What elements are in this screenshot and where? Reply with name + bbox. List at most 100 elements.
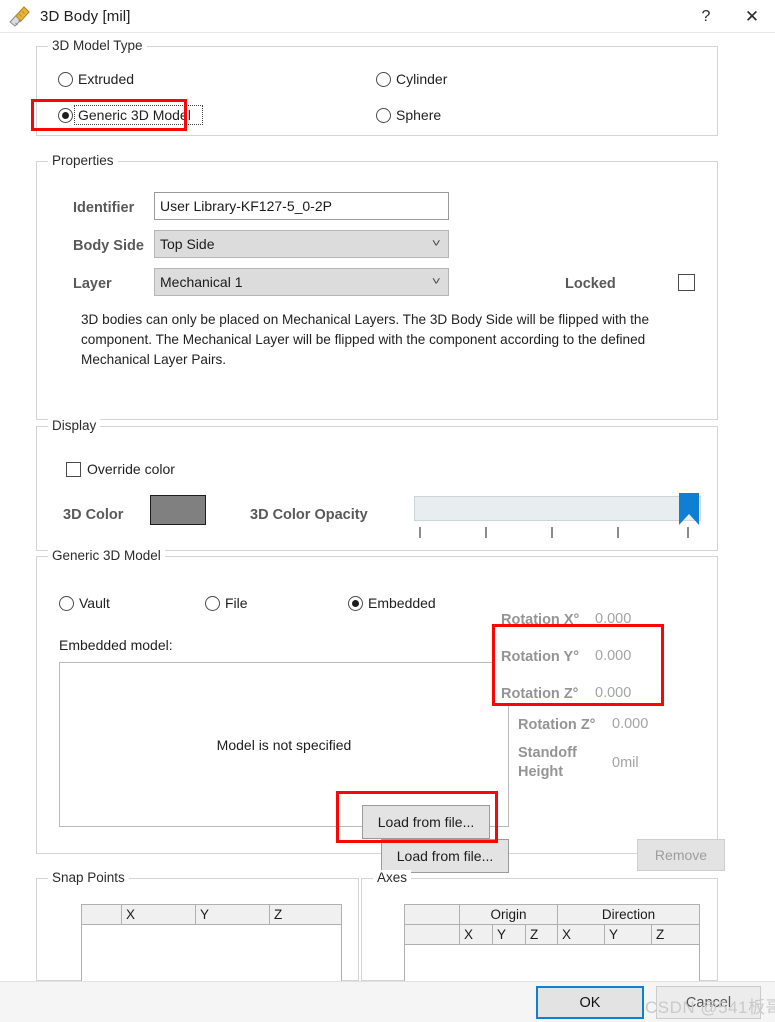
help-button[interactable]: ? — [683, 0, 729, 33]
standoff-height-label: Standoff Height — [518, 744, 577, 782]
radio-cylinder[interactable]: Cylinder — [376, 71, 447, 87]
identifier-input[interactable]: User Library-KF127-5_0-2P — [154, 192, 449, 220]
3d-color-opacity-label: 3D Color Opacity — [250, 507, 368, 523]
axes-col-direction: Direction — [601, 907, 656, 922]
standoff-label-line1: Standoff — [518, 745, 577, 761]
radio-extruded-label: Extruded — [78, 71, 135, 87]
override-color-checkbox[interactable]: Override color — [66, 461, 175, 477]
body-side-value: Top Side — [160, 236, 215, 252]
snap-col-x: X — [122, 905, 196, 924]
title-bar: 3D Body [mil] ? ✕ — [0, 0, 775, 33]
group-axes-label: Axes — [373, 870, 412, 885]
rotation-z-label: Rotation Z° — [518, 717, 596, 733]
opacity-slider-track — [414, 496, 701, 521]
chevron-down-icon: ˅ — [431, 276, 441, 288]
rotation-y-label: Rotation Y° — [518, 680, 597, 696]
radio-extruded[interactable]: Extruded — [58, 71, 134, 87]
standoff-height-value[interactable]: 0mil — [612, 755, 639, 771]
dialog-content: 3D Model Type Extruded Cylinder Generic … — [0, 33, 775, 981]
group-properties-label: Properties — [48, 153, 118, 168]
axes-table[interactable]: Origin Direction X Y Z X Y Z — [404, 904, 700, 981]
radio-vault-label: Vault — [79, 595, 110, 611]
override-color-label: Override color — [87, 461, 175, 477]
ruler-triangle-icon — [7, 5, 33, 27]
embedded-model-label: Embedded model: — [59, 637, 173, 653]
3d-color-swatch[interactable] — [150, 495, 206, 525]
ok-button[interactable]: OK — [536, 986, 644, 1019]
group-generic-3d-model-label: Generic 3D Model — [48, 548, 165, 563]
radio-sphere[interactable]: Sphere — [376, 107, 441, 123]
properties-note: 3D bodies can only be placed on Mechanic… — [81, 312, 650, 367]
locked-checkbox[interactable] — [678, 274, 695, 291]
group-snap-points-label: Snap Points — [48, 870, 129, 885]
radio-vault[interactable]: Vault — [59, 595, 110, 611]
group-3d-model-type-label: 3D Model Type — [48, 38, 147, 53]
locked-label: Locked — [565, 276, 616, 292]
snap-col-z: Z — [274, 907, 283, 922]
slider-tick — [419, 527, 421, 538]
body-side-select[interactable]: Top Side ˅ — [154, 230, 449, 258]
rotation-y-value[interactable]: 0.000 — [612, 679, 648, 695]
axes-sub-header-row: X Y Z X Y Z — [405, 925, 699, 945]
override-color-checkbox-box — [66, 461, 81, 477]
axes-col-blank — [405, 905, 460, 924]
layer-value: Mechanical 1 — [160, 274, 243, 290]
slider-tick — [485, 527, 487, 538]
axes-table-body[interactable] — [405, 945, 699, 972]
focus-outline — [74, 105, 203, 125]
watermark: CSDN @541板哥 — [645, 998, 775, 1017]
axes-sub-direction-x: X — [558, 925, 605, 944]
close-icon[interactable]: ✕ — [729, 0, 775, 33]
radio-sphere-label: Sphere — [396, 107, 442, 123]
group-generic-3d-model: Generic 3D Model Vault File Embedded Emb… — [36, 548, 725, 873]
group-snap-points: Snap Points X Y Z — [36, 870, 359, 981]
slider-tick — [551, 527, 553, 538]
group-axes: Axes Origin Direction X Y Z X Y Z — [361, 870, 718, 981]
slider-tick — [617, 527, 619, 538]
axes-sub-direction-z: Z — [656, 927, 665, 942]
layer-label: Layer — [73, 276, 112, 292]
group-display: Display Override color 3D Color 3D Color… — [36, 418, 718, 551]
chevron-down-icon: ˅ — [431, 238, 441, 250]
group-3d-model-type: 3D Model Type Extruded Cylinder Generic … — [36, 38, 718, 136]
radio-file-dot — [205, 595, 220, 611]
group-display-label: Display — [48, 418, 101, 433]
axes-sub-origin-y: Y — [493, 925, 526, 944]
load-from-file-button[interactable]: Load from file... — [381, 839, 509, 873]
layer-select[interactable]: Mechanical 1 ˅ — [154, 268, 449, 296]
radio-embedded-label: Embedded — [368, 595, 436, 611]
snap-points-table[interactable]: X Y Z — [81, 904, 342, 981]
opacity-slider[interactable] — [414, 493, 701, 539]
radio-sphere-dot — [376, 107, 391, 123]
radio-generic-3d-model-dot — [58, 107, 73, 123]
identifier-label: Identifier — [73, 200, 135, 216]
axes-sub-origin-z: Z — [526, 925, 558, 944]
rotation-x-label: Rotation X° — [518, 643, 597, 659]
snap-col-blank — [82, 905, 122, 924]
snap-col-y: Y — [196, 905, 270, 924]
radio-extruded-dot — [58, 71, 73, 87]
scroll-pane: 3D Model Type Extruded Cylinder Generic … — [18, 33, 742, 981]
snap-points-table-body[interactable] — [82, 925, 341, 979]
radio-file-label: File — [225, 595, 248, 611]
rotation-z-value[interactable]: 0.000 — [612, 716, 648, 732]
remove-button[interactable]: Remove — [637, 839, 725, 871]
axes-top-header-row: Origin Direction — [405, 905, 699, 925]
rotation-x-value[interactable]: 0.000 — [612, 642, 648, 658]
slider-tick — [687, 527, 689, 538]
body-side-label: Body Side — [73, 238, 144, 254]
snap-points-header-row: X Y Z — [82, 905, 341, 925]
window-title: 3D Body [mil] — [40, 7, 131, 25]
opacity-slider-thumb[interactable] — [679, 493, 699, 525]
radio-embedded[interactable]: Embedded — [348, 595, 436, 611]
axes-sub-direction-y: Y — [605, 925, 652, 944]
group-properties: Properties Identifier User Library-KF127… — [36, 153, 718, 420]
radio-file[interactable]: File — [205, 595, 248, 611]
radio-embedded-dot — [348, 595, 363, 611]
axes-sub-origin-x: X — [460, 925, 493, 944]
embedded-model-preview[interactable]: Model is not specified — [59, 662, 509, 827]
axes-sub-blank — [405, 925, 460, 944]
radio-vault-dot — [59, 595, 74, 611]
radio-cylinder-label: Cylinder — [396, 71, 448, 87]
standoff-label-line2: Height — [518, 764, 564, 780]
